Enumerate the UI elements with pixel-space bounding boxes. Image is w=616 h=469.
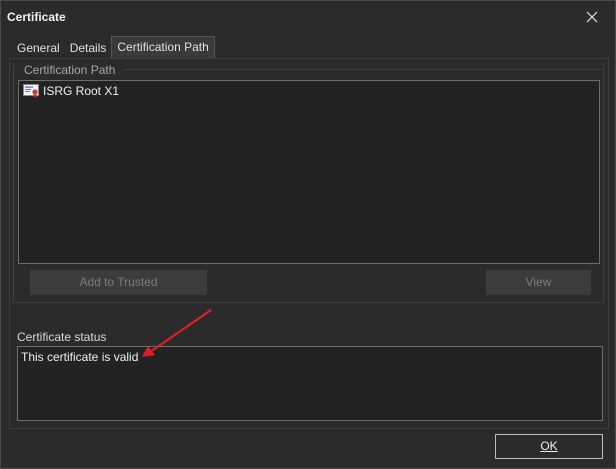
tab-certification-path[interactable]: Certification Path [111,36,215,58]
add-to-trusted-button[interactable]: Add to Trusted [30,270,207,295]
tree-item-label: ISRG Root X1 [43,84,120,98]
close-button[interactable] [569,1,615,32]
window-title: Certificate [7,10,66,24]
title-bar[interactable]: Certificate [1,1,615,32]
close-icon [586,11,598,22]
tab-general[interactable]: General [12,37,65,57]
certificate-status-field[interactable]: This certificate is valid [17,346,603,421]
tab-strip: General Details Certification Path [12,36,215,58]
tab-details[interactable]: Details [65,37,112,57]
ok-button-label: OK [540,439,558,453]
view-button[interactable]: View [486,270,591,295]
group-border-left [13,69,17,70]
certificate-status-label: Certificate status [17,330,107,344]
group-border-right [123,69,604,70]
certificate-status-text: This certificate is valid [21,350,139,364]
tree-item-isrg-root-x1[interactable]: ISRG Root X1 [23,84,119,98]
certificate-dialog: Certificate General Details Certificatio… [0,0,616,469]
certificate-icon [23,84,39,98]
ok-button[interactable]: OK [494,433,604,460]
certification-path-group-label: Certification Path [24,63,116,77]
certification-path-tree[interactable]: ISRG Root X1 [18,80,600,264]
